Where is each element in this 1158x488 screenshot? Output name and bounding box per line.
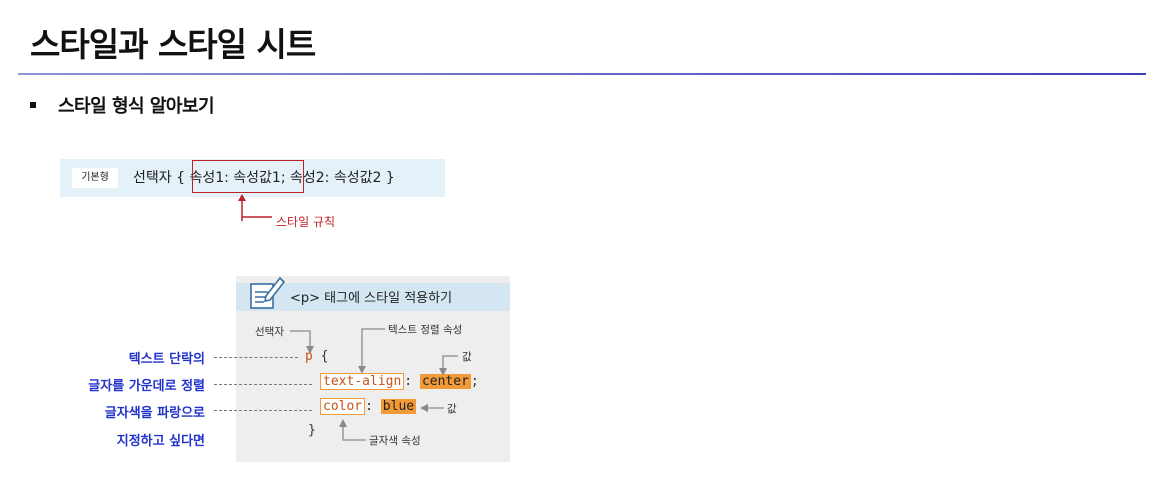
selector-annotation: 선택자 [255, 326, 284, 338]
value-annotation-top: 값 [462, 351, 472, 363]
explanation-line-2: 글자를 가운데로 정렬 [88, 379, 205, 394]
explanation-line-3: 글자색을 파랑으로 [104, 406, 205, 421]
code-open-brace: { [320, 349, 329, 364]
dash-connector-3 [214, 410, 312, 411]
dash-connector-2 [214, 384, 312, 385]
dash-connector-1 [214, 357, 298, 358]
code-value-blue: blue [380, 399, 417, 414]
color-property-arrow-icon [342, 423, 366, 441]
code-colon: : [365, 399, 373, 414]
text-align-annotation: 텍스트 정렬 속성 [388, 324, 463, 336]
code-value-center: center [419, 374, 471, 389]
code-line-text-align: text-align: center; [320, 373, 479, 390]
code-property-color: color [320, 398, 366, 415]
code-selector: p [305, 349, 313, 364]
code-close-brace: } [308, 423, 316, 438]
color-property-annotation: 글자색 속성 [369, 435, 421, 447]
code-property-text-align: text-align [320, 373, 405, 390]
code-colon: : [404, 374, 413, 389]
code-semicolon: ; [470, 374, 479, 389]
text-align-arrow-icon [361, 328, 385, 370]
explanation-line-4: 지정하고 싶다면 [116, 434, 205, 449]
code-line-selector: p { [305, 349, 328, 364]
explanation-line-1: 텍스트 단락의 [128, 352, 205, 367]
code-line-color: color: blue [320, 398, 417, 415]
value-annotation-bottom: 값 [447, 403, 457, 415]
